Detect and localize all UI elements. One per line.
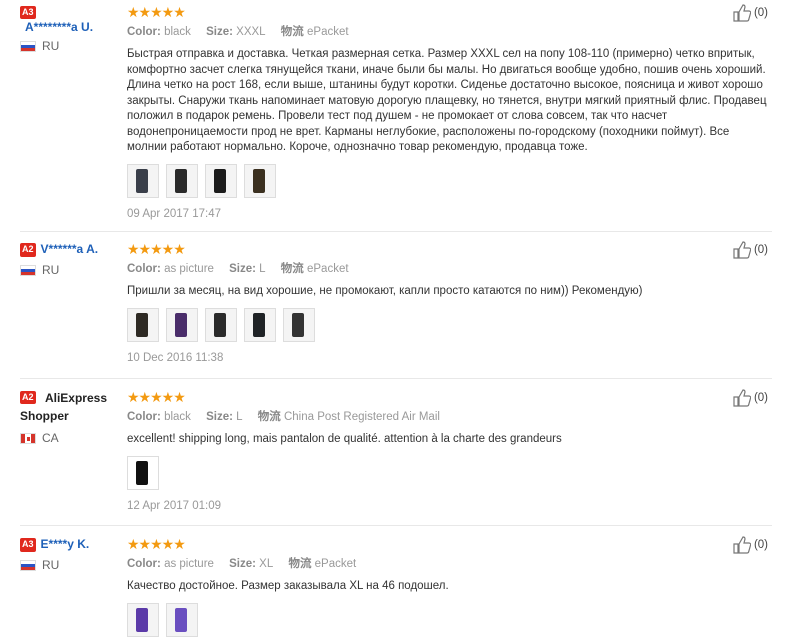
- order-attributes: Color: black Size: L 物流 China Post Regis…: [127, 409, 767, 425]
- color-label: Color:: [127, 263, 161, 275]
- thumbs-up-icon: [733, 241, 751, 259]
- review-photo[interactable]: [127, 307, 159, 342]
- review-photo[interactable]: [205, 163, 237, 198]
- shipping-value: China Post Registered Air Mail: [283, 411, 440, 423]
- size-value: L: [259, 263, 266, 275]
- order-attributes: Color: as picture Size: L 物流 ePacket: [127, 261, 767, 277]
- helpful-count: (0): [753, 539, 768, 551]
- review-photo[interactable]: [283, 307, 315, 342]
- color-value: black: [164, 411, 191, 423]
- reviewer-country: RU: [20, 558, 120, 572]
- review-photo[interactable]: [166, 307, 198, 342]
- order-attributes: Color: as picture Size: XL 物流 ePacket: [127, 556, 767, 572]
- reviewer-info: A2 AliExpress Shopper CA: [20, 389, 120, 445]
- reviewer-name: E****y K.: [40, 537, 90, 551]
- review-divider: [20, 231, 772, 232]
- color-label: Color:: [127, 558, 161, 570]
- color-value: black: [164, 26, 191, 38]
- russia-flag-icon: [20, 40, 36, 52]
- review-photos: [127, 455, 767, 490]
- thumbs-up-icon: [733, 4, 751, 22]
- buyer-level-badge: A3: [20, 538, 36, 552]
- shipping-label: 物流: [280, 26, 304, 38]
- thumbs-up-icon: [733, 389, 751, 407]
- star-rating: ★★★★★: [127, 241, 186, 257]
- helpful-button[interactable]: (0): [733, 536, 768, 554]
- reviewer-country: RU: [20, 39, 120, 53]
- size-label: Size:: [206, 26, 233, 38]
- color-label: Color:: [127, 26, 161, 38]
- size-label: Size:: [229, 558, 256, 570]
- color-value: as picture: [164, 263, 214, 275]
- review-body: ★★★★★ Color: as picture Size: XL 物流 ePac…: [127, 536, 767, 637]
- helpful-count: (0): [753, 244, 768, 256]
- russia-flag-icon: [20, 264, 36, 276]
- review-photos: [127, 602, 767, 637]
- size-value: XL: [259, 558, 274, 570]
- buyer-level-badge: A2: [20, 243, 36, 257]
- helpful-count: (0): [753, 392, 768, 404]
- reviewer-name: A********a U.: [25, 20, 94, 34]
- review-text: excellent! shipping long, mais pantalon …: [127, 433, 562, 445]
- country-code: RU: [42, 558, 60, 572]
- country-code: RU: [42, 263, 60, 277]
- review-divider: [20, 378, 772, 379]
- thumbs-up-icon: [733, 536, 751, 554]
- order-attributes: Color: black Size: XXXL 物流 ePacket: [127, 24, 767, 40]
- review-divider: [20, 525, 772, 526]
- size-label: Size:: [229, 263, 256, 275]
- review-photo[interactable]: [244, 307, 276, 342]
- star-rating: ★★★★★: [127, 4, 186, 20]
- review-photo[interactable]: [127, 455, 159, 490]
- reviewer-country: RU: [20, 263, 120, 277]
- helpful-button[interactable]: (0): [733, 4, 768, 22]
- review-body: ★★★★★ Color: black Size: XXXL 物流 ePacket…: [127, 4, 767, 220]
- helpful-count: (0): [753, 7, 768, 19]
- size-value: XXXL: [236, 26, 266, 38]
- reviewer-info: A3 A********a U. RU: [20, 4, 120, 53]
- review-body: ★★★★★ Color: black Size: L 物流 China Post…: [127, 389, 767, 512]
- helpful-button[interactable]: (0): [733, 389, 768, 407]
- shipping-label: 物流: [288, 558, 312, 570]
- review-text: Качество достойное. Размер заказывала XL…: [127, 580, 449, 592]
- helpful-button[interactable]: (0): [733, 241, 768, 259]
- color-label: Color:: [127, 411, 161, 423]
- review-photo[interactable]: [205, 307, 237, 342]
- review-text: Пришли за месяц, на вид хорошие, не пром…: [127, 285, 643, 297]
- shipping-label: 物流: [280, 263, 304, 275]
- reviewer-info: A3 E****y K. RU: [20, 536, 120, 572]
- country-code: CA: [42, 431, 59, 445]
- buyer-level-badge: A2: [20, 391, 36, 404]
- review-photos: [127, 163, 767, 198]
- review-photo[interactable]: [166, 602, 198, 637]
- buyer-level-badge: A3: [20, 6, 36, 19]
- review-date: 09 Apr 2017 17:47: [127, 207, 221, 220]
- color-value: as picture: [164, 558, 214, 570]
- shipping-value: ePacket: [306, 263, 349, 275]
- shipping-label: 物流: [257, 411, 281, 423]
- review-photos: [127, 307, 767, 342]
- star-rating: ★★★★★: [127, 536, 186, 552]
- reviewer-info: A2 V******a A. RU: [20, 241, 120, 277]
- russia-flag-icon: [20, 559, 36, 571]
- canada-flag-icon: [20, 432, 36, 444]
- review-body: ★★★★★ Color: as picture Size: L 物流 ePack…: [127, 241, 767, 364]
- shipping-value: ePacket: [307, 26, 349, 38]
- review-date: 12 Apr 2017 01:09: [127, 499, 221, 512]
- size-label: Size:: [206, 411, 233, 423]
- reviewer-country: CA: [20, 431, 120, 445]
- star-rating: ★★★★★: [127, 389, 186, 405]
- review-photo[interactable]: [127, 163, 159, 198]
- review-photo[interactable]: [166, 163, 198, 198]
- shipping-value: ePacket: [314, 558, 357, 570]
- review-text: Быстрая отправка и доставка. Четкая разм…: [127, 48, 767, 153]
- review-photo[interactable]: [244, 163, 276, 198]
- review-photo[interactable]: [127, 602, 159, 637]
- reviewer-name: V******a A.: [40, 242, 99, 256]
- review-date: 10 Dec 2016 11:38: [127, 351, 224, 364]
- size-value: L: [236, 411, 243, 423]
- country-code: RU: [42, 39, 60, 53]
